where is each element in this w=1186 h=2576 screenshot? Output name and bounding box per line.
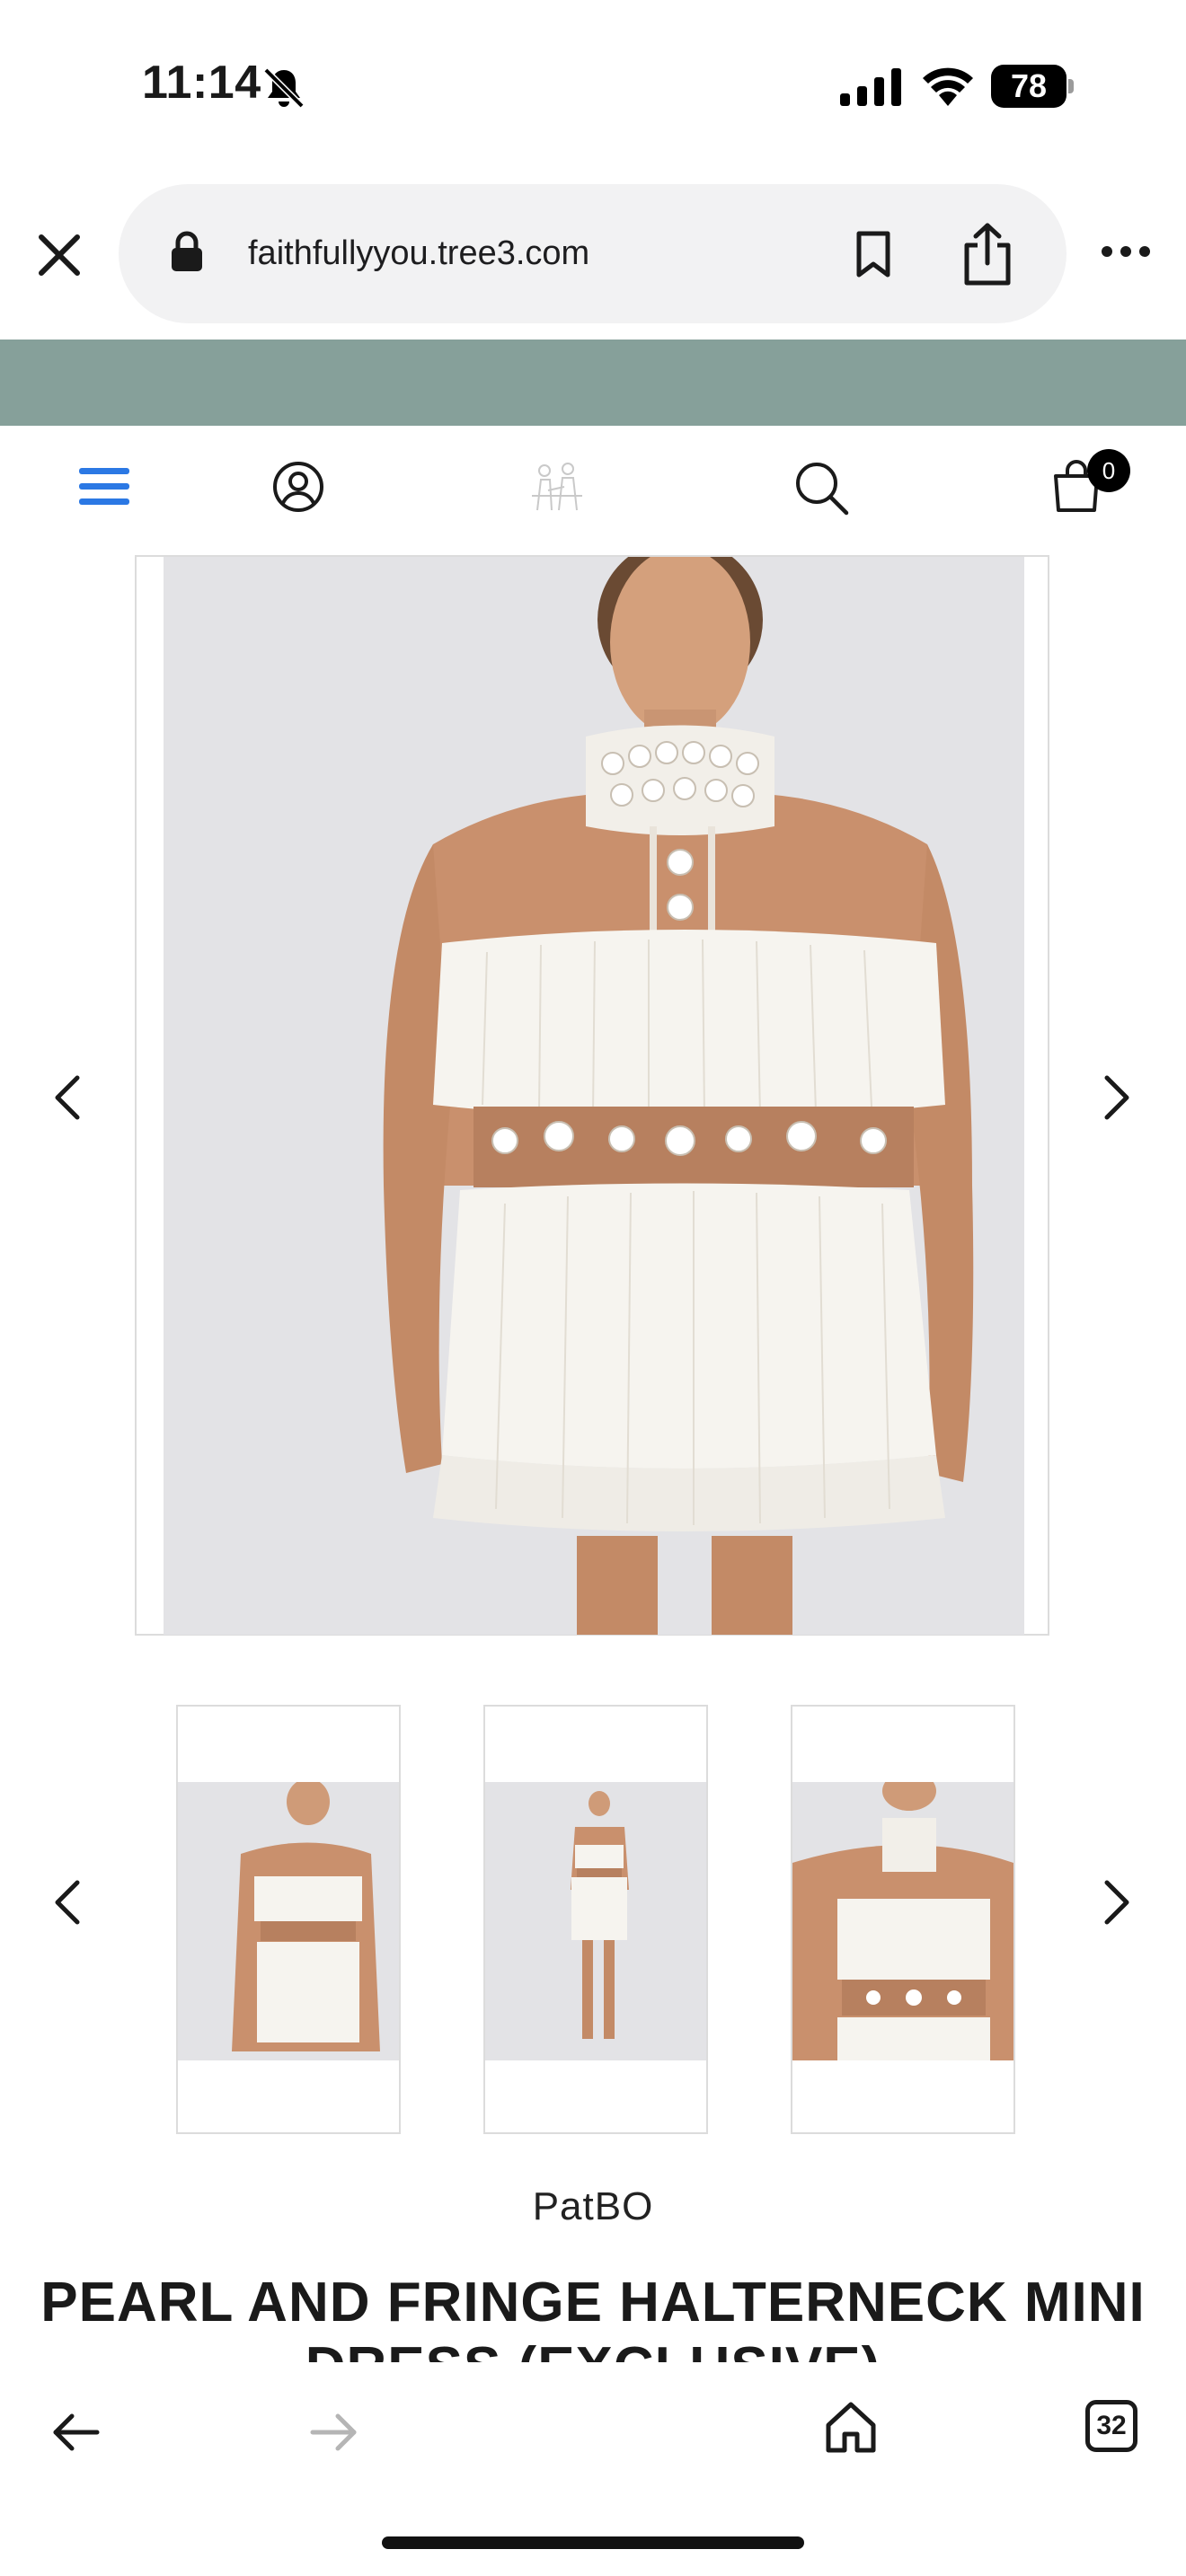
bell-off-icon	[263, 67, 305, 109]
wifi-icon	[923, 67, 973, 106]
hamburger-menu-icon[interactable]	[79, 464, 129, 509]
battery-level: 78	[1010, 67, 1048, 104]
chevron-right-icon[interactable]	[1098, 1879, 1134, 1926]
tabs-button[interactable]: 32	[1085, 2400, 1137, 2452]
product-photo	[164, 557, 1024, 1635]
thumbnail-3[interactable]	[791, 1705, 1015, 2134]
home-indicator[interactable]	[382, 2536, 804, 2549]
bookmark-icon[interactable]	[854, 231, 893, 278]
cart-count-badge[interactable]: 0	[1087, 449, 1130, 492]
more-icon[interactable]	[1100, 243, 1152, 260]
forward-arrow-icon[interactable]	[309, 2413, 359, 2452]
thumbnail-photo	[792, 1782, 1013, 2060]
brand-name[interactable]: PatBO	[0, 2184, 1186, 2229]
chevron-left-icon[interactable]	[50, 1879, 86, 1926]
home-icon[interactable]	[825, 2400, 877, 2454]
thumbnail-1[interactable]	[176, 1705, 401, 2134]
chevron-right-icon[interactable]	[1098, 1074, 1134, 1121]
address-bar[interactable]: faithfullyyou.tree3.com	[119, 184, 1067, 323]
thumbnail-photo	[178, 1782, 399, 2060]
logo[interactable]	[528, 460, 586, 514]
url-text[interactable]: faithfullyyou.tree3.com	[248, 231, 589, 276]
thumbnail-photo	[485, 1782, 706, 2060]
lock-icon	[172, 231, 202, 271]
status-time: 11:14	[142, 57, 261, 109]
thumbnail-2[interactable]	[483, 1705, 708, 2134]
chevron-left-icon[interactable]	[50, 1074, 86, 1121]
close-icon[interactable]	[36, 232, 83, 278]
battery-icon: 78	[991, 65, 1067, 108]
account-icon[interactable]	[272, 461, 324, 513]
browser-toolbar: 32	[0, 2362, 1186, 2576]
main-product-image[interactable]	[135, 555, 1049, 1636]
share-icon[interactable]	[961, 222, 1013, 287]
back-arrow-icon[interactable]	[50, 2413, 101, 2452]
battery-indicator: 78	[991, 65, 1074, 108]
announcement-bar	[0, 340, 1186, 426]
signal-icon	[840, 68, 901, 106]
search-icon[interactable]	[793, 460, 849, 516]
battery-cap	[1068, 79, 1074, 93]
